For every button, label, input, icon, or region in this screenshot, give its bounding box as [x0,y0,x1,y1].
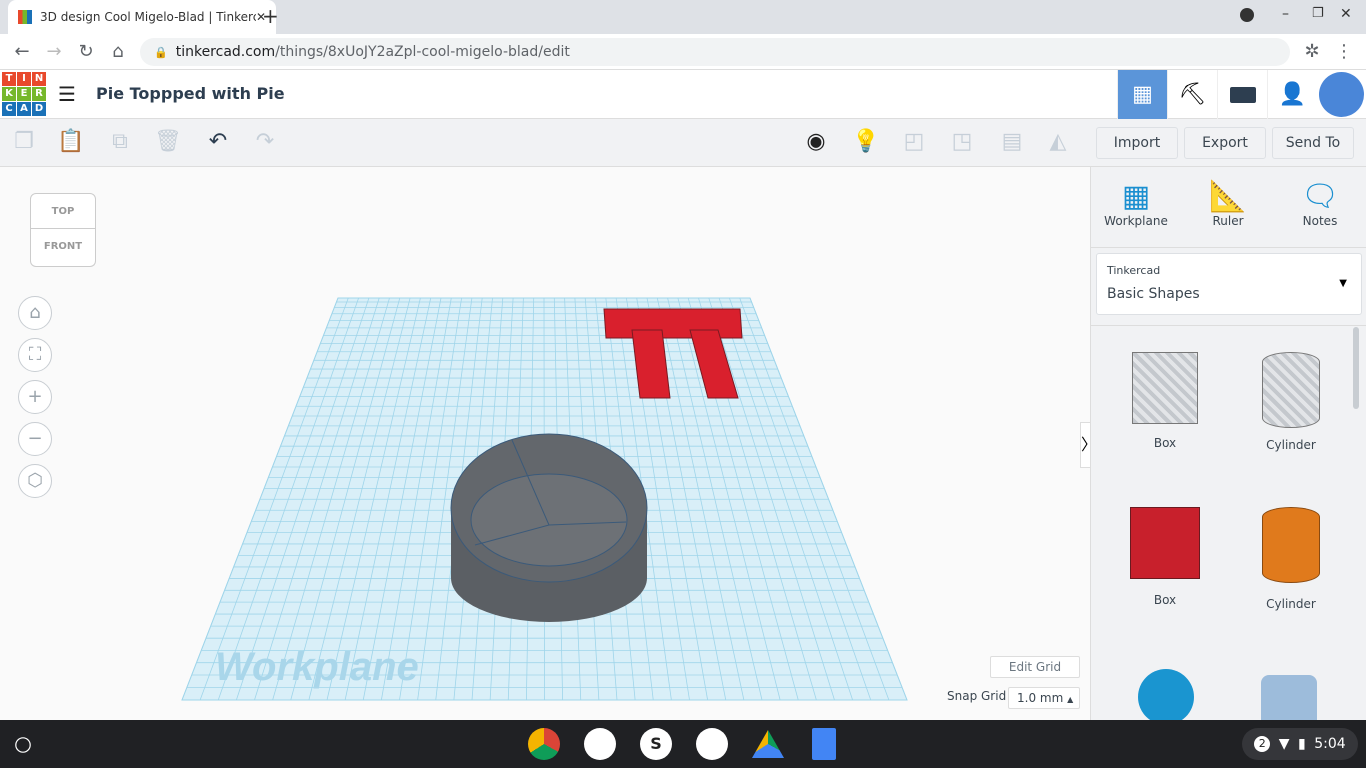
logo-letter: I [17,72,31,86]
logo-letter: C [2,102,16,116]
os-taskbar: S 2 ▼ ▮ 5:04 [0,720,1366,768]
ruler-tool[interactable]: 📐 Ruler [1183,179,1273,228]
shape-box[interactable]: Box [1103,507,1227,607]
group-icon[interactable]: ◰ [899,129,929,154]
profile-menu-icon[interactable] [1240,8,1254,22]
codeblocks-button[interactable]: ⛏ [1167,70,1217,119]
address-bar-row: ← → ↻ ⌂ 🔒 tinkercad.com/things/8xUoJY2aZ… [0,34,1366,70]
workplane-tool[interactable]: ▦ Workplane [1091,179,1181,228]
back-icon[interactable]: ← [10,41,34,62]
logo-letter: D [32,102,46,116]
workplane-watermark: Workplane [215,645,419,689]
minimize-icon[interactable]: – [1282,6,1289,22]
align-icon[interactable]: ▤ [997,129,1027,154]
grid-icon: ▦ [1132,82,1153,107]
3d-viewport[interactable]: Workplane [0,167,1090,720]
avatar[interactable] [1319,72,1364,117]
system-tray[interactable]: 2 ▼ ▮ 5:04 [1242,728,1358,760]
battery-icon: ▮ [1298,736,1306,752]
classroom-app-icon[interactable] [696,728,728,760]
add-user-icon: 👤 [1278,82,1307,107]
close-window-icon[interactable]: ✕ [1340,6,1352,22]
brick-icon [1229,86,1256,103]
logo-letter: E [17,87,31,101]
cylinder-icon [1262,507,1320,583]
new-tab-button[interactable]: + [262,4,279,28]
redo-icon[interactable]: ↷ [250,129,280,154]
home-icon[interactable]: ⌂ [106,41,130,62]
menu-icon[interactable]: ⋮ [1332,41,1356,62]
reload-icon[interactable]: ↻ [74,41,98,62]
wifi-icon: ▼ [1278,736,1290,752]
browser-tab[interactable]: 3D design Cool Migelo-Blad | Tinkercad ✕ [8,0,276,34]
export-button[interactable]: Export [1184,127,1266,159]
logo-letter: T [2,72,16,86]
docs-app-icon[interactable] [812,728,836,760]
forward-icon[interactable]: → [42,41,66,62]
right-panel: ▦ Workplane 📐 Ruler 🗨 Notes Tinkercad Basic… [1090,167,1366,725]
show-hide-icon[interactable]: ◉ [801,129,831,154]
lock-icon: 🔒 [154,45,168,59]
shape-box-hole[interactable]: Box [1103,352,1227,450]
logo-letter: N [32,72,46,86]
logo-letter: A [17,102,31,116]
ruler-icon: 📐 [1209,179,1247,214]
keep-app-icon[interactable] [584,728,616,760]
mirror-icon[interactable]: ◭ [1043,129,1073,154]
pickaxe-icon: ⛏ [1178,82,1207,107]
caret-up-icon: ▲ [1067,695,1074,704]
logo-letter: K [2,87,16,101]
invite-user-button[interactable]: 👤 [1267,70,1317,119]
sphere-shape[interactable] [1138,669,1194,725]
scribble-shape[interactable] [1261,675,1317,720]
clock: 5:04 [1314,736,1346,752]
browser-tab-bar: 3D design Cool Migelo-Blad | Tinkercad ✕… [0,0,1366,34]
notification-count: 2 [1254,736,1271,752]
notes-tool[interactable]: 🗨 Notes [1275,179,1365,228]
tinkercad-logo[interactable]: TIN KER CAD [2,72,46,116]
edit-toolbar: ❐ 📋 ⧉ 🗑 ↶ ↷ ◉ 💡 ◰ ◳ ▤ ◭ Import Export Se… [0,119,1366,167]
design-list-icon[interactable]: ☰ [58,82,76,106]
import-button[interactable]: Import [1096,127,1178,159]
duplicate-icon[interactable]: ⧉ [105,129,135,154]
shape-library-select[interactable]: Tinkercad Basic Shapes ▼ [1096,253,1362,315]
snap-grid-select[interactable]: 1.0 mm ▲ [1008,687,1080,709]
edit-grid-button[interactable]: Edit Grid [990,656,1080,678]
pie-object[interactable] [450,433,648,622]
snap-grid-label: Snap Grid [947,689,1007,703]
extensions-icon[interactable]: ✲ [1300,41,1324,62]
delete-icon[interactable]: 🗑 [153,129,183,154]
shape-cylinder[interactable]: Cylinder [1229,507,1353,611]
box-icon [1130,507,1200,579]
send-to-button[interactable]: Send To [1272,127,1354,159]
ungroup-icon[interactable]: ◳ [947,129,977,154]
drive-app-icon[interactable] [752,730,784,758]
screencastify-app-icon[interactable]: S [640,728,672,760]
notes-icon: 🗨 [1300,179,1340,214]
paste-icon[interactable]: 📋 [56,129,86,154]
copy-icon[interactable]: ❐ [9,129,39,154]
chrome-app-icon[interactable] [528,728,560,760]
url-input[interactable]: 🔒 tinkercad.com/things/8xUoJY2aZpl-cool-… [140,38,1290,66]
restore-icon[interactable]: ❐ [1312,6,1324,21]
bricks-button[interactable] [1217,70,1267,119]
lightbulb-icon[interactable]: 💡 [851,129,881,154]
design-title[interactable]: Pie Toppped with Pie [96,84,285,103]
3d-view-button[interactable]: ▦ [1117,70,1167,119]
box-hole-icon [1132,352,1198,424]
workplane-icon: ▦ [1121,179,1151,214]
panel-scrollbar[interactable] [1353,327,1359,409]
dropdown-arrow-icon: ▼ [1339,278,1347,289]
cylinder-hole-icon [1262,352,1320,428]
logo-letter: R [32,87,46,101]
tinkercad-favicon [18,10,32,24]
app-header: TIN KER CAD ☰ Pie Toppped with Pie ▦ ⛏ 👤 [0,70,1366,119]
shape-cylinder-hole[interactable]: Cylinder [1229,352,1353,452]
launcher-icon[interactable] [15,737,31,753]
undo-icon[interactable]: ↶ [203,129,233,154]
